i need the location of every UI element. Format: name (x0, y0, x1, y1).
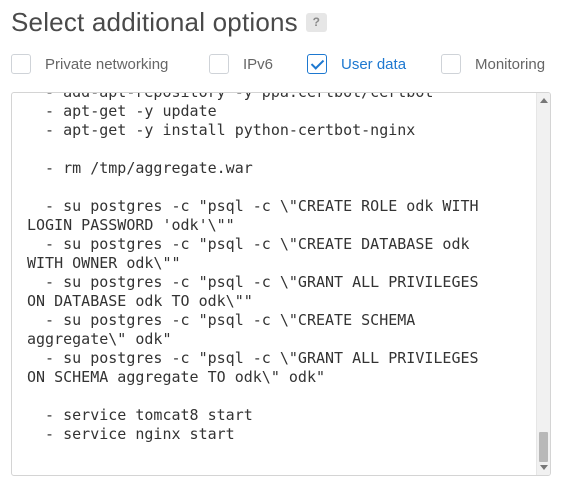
scroll-up-arrow-icon[interactable] (540, 98, 548, 103)
options-row: Private networking IPv6 User data Monito… (11, 51, 571, 77)
vertical-scrollbar[interactable] (536, 93, 550, 475)
title-text: Select additional options (11, 7, 298, 37)
ipv6-label[interactable]: IPv6 (243, 56, 273, 73)
option-user-data[interactable]: User data (307, 51, 406, 77)
option-private-networking[interactable]: Private networking (11, 51, 168, 77)
page-title: Select additional options ? (11, 7, 327, 38)
user-data-textarea[interactable]: - add-apt-repository -y ppa:certbot/cert… (11, 92, 551, 476)
private-networking-checkbox[interactable] (11, 54, 31, 74)
monitoring-label[interactable]: Monitoring (475, 56, 545, 73)
option-monitoring[interactable]: Monitoring (441, 51, 545, 77)
option-ipv6[interactable]: IPv6 (209, 51, 273, 77)
help-icon[interactable]: ? (305, 13, 327, 32)
scrollbar-thumb[interactable] (539, 432, 548, 462)
user-data-label[interactable]: User data (341, 56, 406, 73)
user-data-checkbox[interactable] (307, 54, 327, 74)
user-data-content[interactable]: - add-apt-repository -y ppa:certbot/cert… (27, 93, 527, 444)
scroll-down-arrow-icon[interactable] (540, 465, 548, 470)
private-networking-label[interactable]: Private networking (45, 56, 168, 73)
ipv6-checkbox[interactable] (209, 54, 229, 74)
monitoring-checkbox[interactable] (441, 54, 461, 74)
